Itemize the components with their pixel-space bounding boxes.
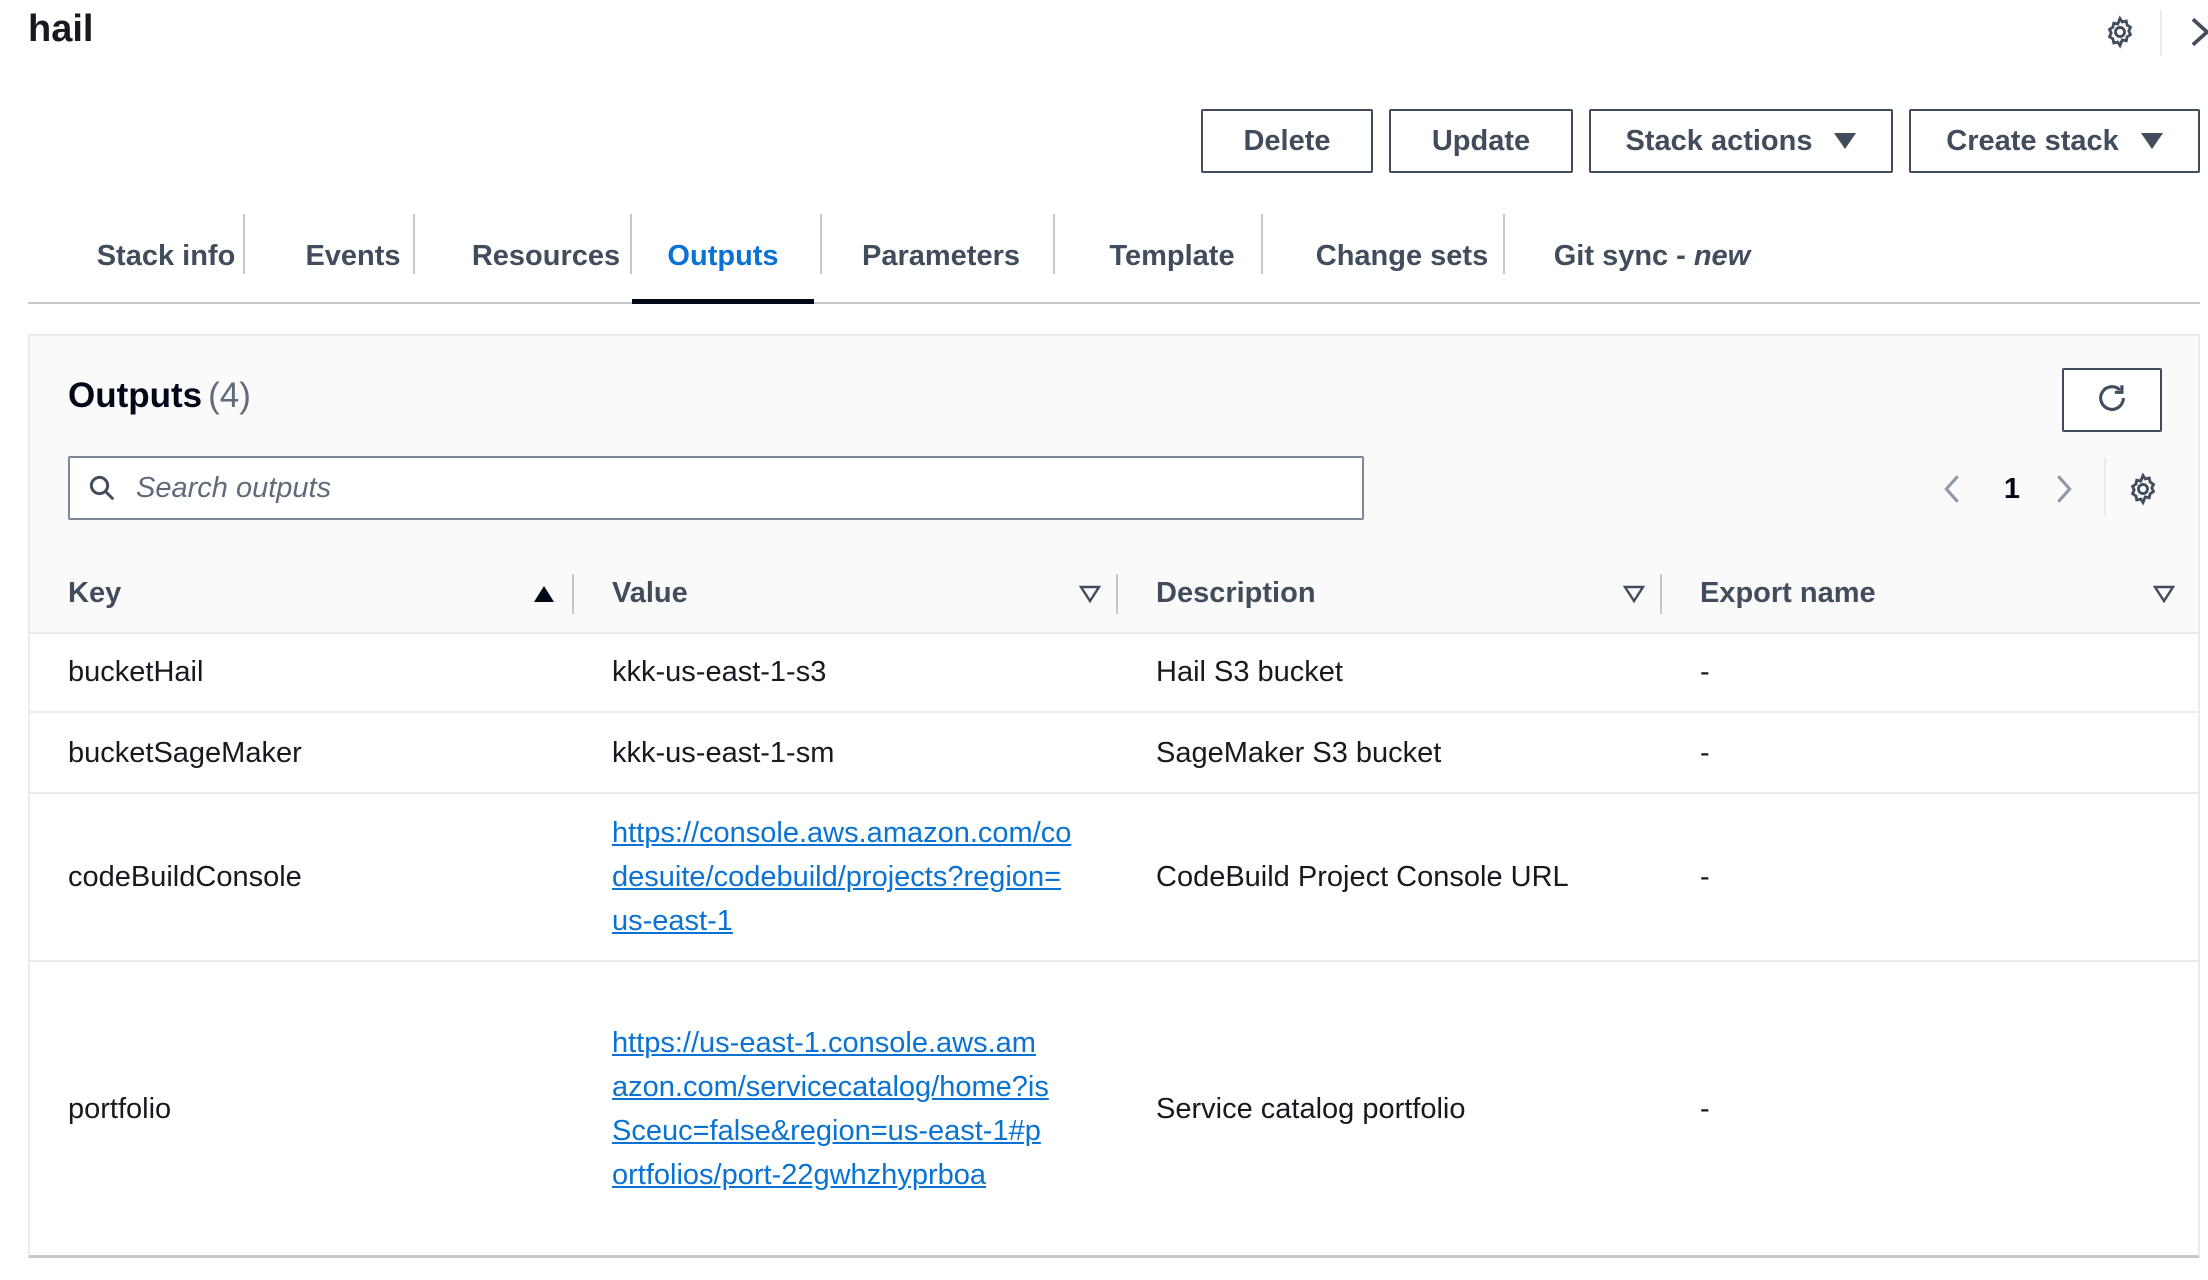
create-stack-button[interactable]: Create stack — [1909, 109, 2200, 173]
refresh-icon — [2095, 381, 2129, 420]
tab-git-sync[interactable]: Git sync - new — [1528, 210, 1776, 302]
search-icon — [70, 473, 134, 503]
tab-change-sets[interactable]: Change sets — [1284, 210, 1520, 302]
tab-divider — [1261, 214, 1263, 274]
tab-divider — [820, 214, 822, 274]
next-page-icon[interactable] — [2042, 464, 2086, 514]
cell-key: bucketSageMaker — [68, 736, 302, 769]
update-button[interactable]: Update — [1389, 109, 1573, 173]
column-header-export-name[interactable]: Export name — [1700, 554, 1876, 632]
cell-description: Hail S3 bucket — [1156, 655, 1343, 688]
create-stack-label: Create stack — [1946, 124, 2119, 157]
tab-label: Outputs — [667, 239, 779, 272]
column-divider[interactable] — [1660, 574, 1662, 614]
tab-label: Resources — [471, 239, 621, 272]
tab-label: Events — [305, 239, 401, 272]
table-row: codeBuildConsole https://console.aws.ama… — [30, 794, 2198, 962]
tab-events[interactable]: Events — [272, 210, 434, 302]
tab-label: Git sync — [1553, 239, 1669, 272]
column-divider[interactable] — [572, 574, 574, 614]
stack-actions-button[interactable]: Stack actions — [1589, 109, 1893, 173]
header-divider — [2160, 10, 2162, 56]
gear-icon[interactable] — [2100, 12, 2140, 52]
caret-down-icon — [1834, 133, 1857, 149]
cell-description: CodeBuild Project Console URL — [1156, 861, 1569, 893]
cell-value: kkk-us-east-1-s3 — [612, 655, 827, 688]
tab-label: Stack info — [96, 239, 236, 272]
cell-key: portfolio — [68, 1092, 172, 1125]
sort-icon[interactable] — [1620, 580, 1648, 608]
search-input[interactable] — [134, 470, 1338, 506]
tab-dash: - — [1676, 239, 1686, 272]
portfolio-link[interactable]: https://us-east-1.console.aws.amazon.com… — [612, 1021, 1052, 1197]
sort-ascending-icon[interactable] — [530, 580, 558, 608]
refresh-button[interactable] — [2062, 368, 2162, 432]
tab-template[interactable]: Template — [1068, 210, 1276, 302]
column-header-key[interactable]: Key — [68, 554, 121, 632]
cell-key: codeBuildConsole — [68, 861, 302, 893]
tab-resources[interactable]: Resources — [442, 210, 650, 302]
table-row: portfolio https://us-east-1.console.aws.… — [30, 962, 2198, 1255]
tab-outputs[interactable]: Outputs — [632, 210, 814, 304]
tab-label: Template — [1109, 239, 1235, 272]
cell-description: Service catalog portfolio — [1156, 1092, 1466, 1125]
outputs-title: Outputs (4) — [68, 376, 251, 416]
outputs-panel-header: Outputs(4) 1 — [30, 336, 2198, 556]
codebuild-console-link[interactable]: https://console.aws.amazon.com/codesuite… — [612, 811, 1072, 943]
page-number[interactable]: 1 — [1990, 464, 2034, 514]
cell-export-name: - — [1700, 861, 1710, 893]
tab-label: Change sets — [1315, 239, 1489, 272]
tab-parameters[interactable]: Parameters — [822, 210, 1060, 302]
outputs-count: (4) — [208, 376, 251, 415]
table-row: bucketSageMaker kkk-us-east-1-sm SageMak… — [30, 713, 2198, 794]
tab-new-badge: new — [1693, 239, 1751, 272]
table-preferences-gear-icon[interactable] — [2118, 464, 2168, 514]
caret-down-icon — [2140, 133, 2163, 149]
cell-value: https://us-east-1.console.aws.amazon.com… — [612, 962, 1052, 1255]
delete-button[interactable]: Delete — [1201, 109, 1373, 173]
cell-export-name: - — [1700, 655, 1710, 688]
column-divider[interactable] — [1116, 574, 1118, 614]
pager-divider — [2104, 458, 2106, 516]
cell-export-name: - — [1700, 736, 1710, 769]
previous-page-icon[interactable] — [1930, 464, 1974, 514]
cell-key: bucketHail — [68, 655, 204, 688]
table-header: Key Value Description Export name — [30, 554, 2198, 634]
tab-label: Parameters — [862, 239, 1020, 272]
tab-bar: Stack info Events Resources Outputs Para… — [28, 210, 2200, 304]
column-header-value[interactable]: Value — [612, 554, 688, 632]
cell-value: kkk-us-east-1-sm — [612, 736, 835, 769]
table-row: bucketHail kkk-us-east-1-s3 Hail S3 buck… — [30, 632, 2198, 713]
tab-divider — [413, 214, 415, 274]
cell-export-name: - — [1700, 1092, 1710, 1125]
cell-description: SageMaker S3 bucket — [1156, 736, 1442, 769]
outputs-panel: Outputs(4) 1 — [28, 334, 2200, 1258]
stack-actions-label: Stack actions — [1625, 124, 1813, 157]
column-header-description[interactable]: Description — [1156, 554, 1316, 632]
outputs-title-text: Outputs — [68, 376, 203, 415]
tab-divider — [630, 214, 632, 274]
sort-icon[interactable] — [1076, 580, 1104, 608]
tab-divider — [1053, 214, 1055, 274]
chevron-right-icon[interactable] — [2180, 12, 2208, 52]
tab-stack-info[interactable]: Stack info — [68, 210, 264, 302]
delete-button-label: Delete — [1243, 124, 1331, 157]
tab-divider — [243, 214, 245, 274]
search-field[interactable] — [68, 456, 1364, 520]
tab-divider — [1503, 214, 1505, 274]
sort-icon[interactable] — [2150, 580, 2178, 608]
page-title: hail — [28, 8, 94, 50]
update-button-label: Update — [1431, 124, 1531, 157]
cell-value: https://console.aws.amazon.com/codesuite… — [612, 794, 1072, 960]
